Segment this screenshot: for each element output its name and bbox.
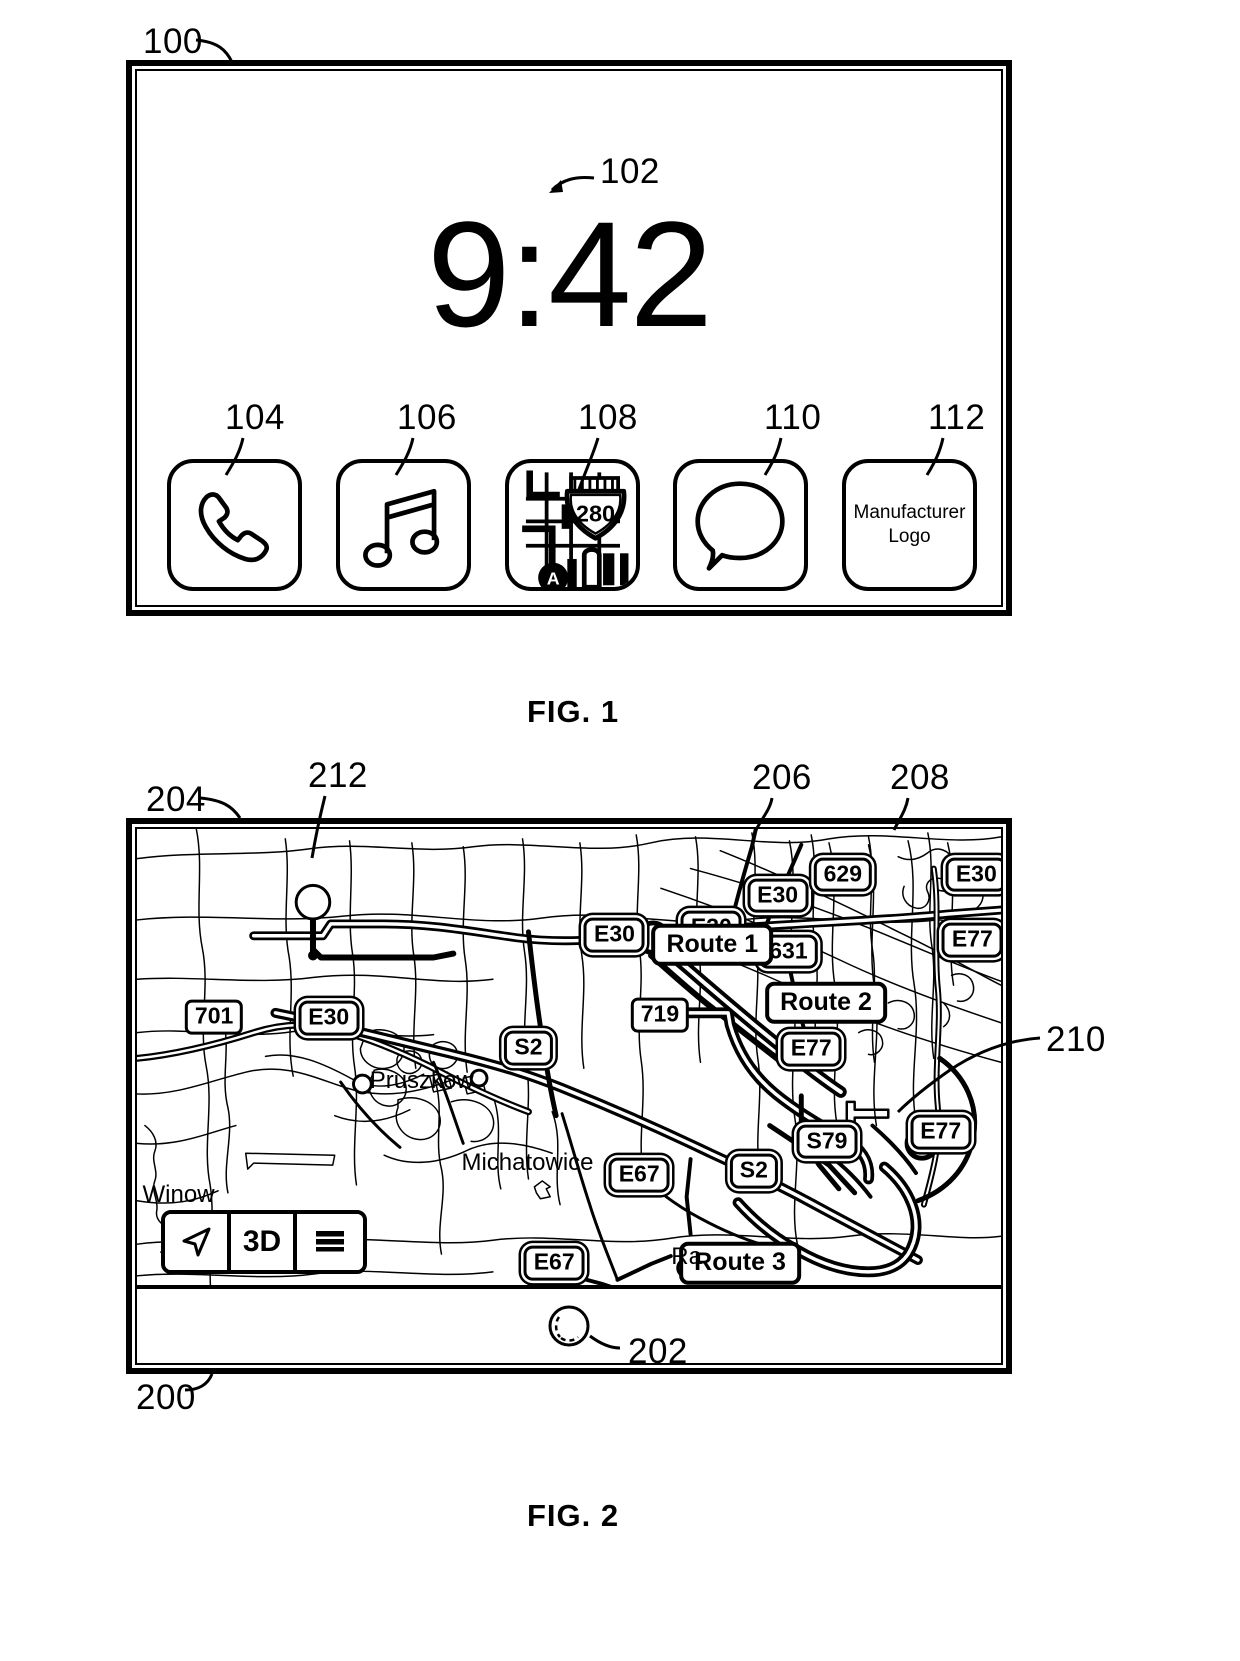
road-shield-s2-14[interactable]: S2 xyxy=(729,1153,778,1189)
svg-text:280: 280 xyxy=(575,500,614,526)
origin-pin-tip xyxy=(308,950,318,961)
ref-108: 108 xyxy=(578,398,638,437)
fig1-device-bezel: 9:42 280 A Manufacturer Logo xyxy=(126,60,1012,616)
navigation-arrow-icon xyxy=(182,1227,211,1257)
fig1-app-dock: 280 A Manufacturer Logo xyxy=(167,455,977,591)
fig2-device-bezel: E30E30E30629E30E77631E30701719S2E77S79E7… xyxy=(126,818,1012,1374)
phone-icon xyxy=(198,492,270,563)
road-shield-e77-11[interactable]: E77 xyxy=(780,1032,842,1067)
place-label-michatowice: Michatowice xyxy=(461,1149,594,1177)
map-display[interactable]: E30E30E30629E30E77631E30701719S2E77S79E7… xyxy=(137,829,1001,1289)
ref-202: 202 xyxy=(628,1332,688,1371)
place-label-ra: Ra xyxy=(671,1242,702,1270)
ref-204: 204 xyxy=(146,780,206,819)
fig1-display-area: 9:42 280 A Manufacturer Logo xyxy=(135,69,1003,607)
road-shield-629-3[interactable]: 629 xyxy=(813,857,873,892)
ref-210: 210 xyxy=(1046,1020,1106,1059)
list-menu-button[interactable] xyxy=(297,1214,363,1270)
ref-100: 100 xyxy=(143,22,203,61)
manufacturer-logo-label: Manufacturer Logo xyxy=(846,463,973,587)
message-bubble-icon xyxy=(695,481,785,571)
ref-106: 106 xyxy=(397,398,457,437)
patent-drawing-sheet: 9:42 280 A Manufacturer Logo 100 102 104… xyxy=(0,0,1240,1661)
ref-104: 104 xyxy=(225,398,285,437)
fig2-device-body: E30E30E30629E30E77631E30701719S2E77S79E7… xyxy=(135,827,1003,1365)
ref-208: 208 xyxy=(890,758,950,797)
clock-time: 9:42 xyxy=(427,190,713,358)
road-shield-e77-13[interactable]: E77 xyxy=(910,1114,972,1150)
route-callout-2[interactable]: Route 2 xyxy=(765,981,887,1025)
music-note-icon xyxy=(362,488,439,568)
compass-arrow-button[interactable] xyxy=(165,1214,231,1270)
ref-110: 110 xyxy=(764,398,822,437)
ref-112: 112 xyxy=(928,398,986,437)
origin-pin-head xyxy=(294,883,332,921)
road-shield-e77-5[interactable]: E77 xyxy=(941,922,1001,958)
manufacturer-logo-line1: Manufacturer xyxy=(853,502,966,524)
fig2-caption: FIG. 2 xyxy=(527,1498,620,1533)
manufacturer-logo-line2: Logo xyxy=(888,526,931,547)
road-shield-719-9[interactable]: 719 xyxy=(630,997,690,1033)
road-shield-e30-4[interactable]: E30 xyxy=(945,857,1001,892)
road-shield-e67-15[interactable]: E67 xyxy=(608,1157,670,1193)
ref-206: 206 xyxy=(752,758,812,797)
road-shield-e30-0[interactable]: E30 xyxy=(584,918,645,953)
fig2-bottom-bezel-bar xyxy=(137,1289,1001,1363)
road-shield-s2-10[interactable]: S2 xyxy=(504,1031,553,1066)
ref-200: 200 xyxy=(136,1378,196,1417)
3d-toggle-label: 3D xyxy=(242,1225,282,1258)
3d-toggle-button[interactable]: 3D xyxy=(231,1214,297,1270)
ref-212: 212 xyxy=(308,756,368,795)
road-shield-e67-16[interactable]: E67 xyxy=(523,1245,585,1281)
app-icon-maps[interactable]: 280 A xyxy=(504,459,640,591)
app-icon-manufacturer-logo[interactable]: Manufacturer Logo xyxy=(842,459,977,591)
fig1-caption: FIG. 1 xyxy=(527,694,620,729)
road-shield-701-8[interactable]: 701 xyxy=(184,999,244,1035)
maps-icon: 280 A xyxy=(521,470,628,587)
home-button[interactable] xyxy=(547,1304,591,1348)
app-icon-phone[interactable] xyxy=(167,459,302,591)
place-label-pruszkow: Pruszkow xyxy=(369,1066,474,1094)
road-shield-e30-7[interactable]: E30 xyxy=(298,1000,360,1036)
place-label-winow: Winow xyxy=(142,1180,215,1208)
app-icon-messages[interactable] xyxy=(673,459,809,591)
ref-102: 102 xyxy=(600,152,660,191)
road-shield-e30-2[interactable]: E30 xyxy=(747,878,809,913)
map-controls-group[interactable]: 3D xyxy=(161,1210,367,1274)
road-shield-s79-12[interactable]: S79 xyxy=(796,1124,858,1159)
hamburger-menu-icon xyxy=(316,1231,344,1252)
svg-text:A: A xyxy=(546,568,559,587)
route-callout-1[interactable]: Route 1 xyxy=(651,923,774,967)
app-icon-music[interactable] xyxy=(335,459,471,591)
